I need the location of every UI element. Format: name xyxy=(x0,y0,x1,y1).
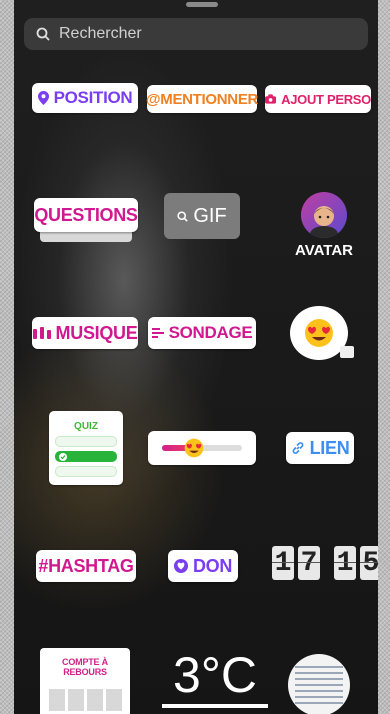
questions-label: QUESTIONS xyxy=(34,204,138,225)
article-text-line xyxy=(295,696,343,698)
emoji-slider-sticker[interactable] xyxy=(148,431,256,465)
article-text-line xyxy=(295,690,343,692)
ajout-perso-label: AJOUT PERSO xyxy=(281,91,371,107)
lien-sticker[interactable]: LIEN xyxy=(286,432,354,464)
countdown-box xyxy=(105,689,122,711)
hashtag-label: #HASHTAG xyxy=(38,555,134,576)
clock-separator xyxy=(324,546,330,580)
clock-hour-tens: 1 xyxy=(272,546,294,580)
mention-sticker[interactable]: @MENTIONNER xyxy=(145,85,259,113)
bubble-tail xyxy=(340,346,354,358)
countdown-box xyxy=(67,689,84,711)
position-label: POSITION xyxy=(53,88,133,107)
poll-lines-icon xyxy=(151,328,164,338)
clock-hour-ones: 7 xyxy=(298,546,320,580)
sondage-sticker[interactable]: SONDAGE xyxy=(148,317,256,349)
article-spacer xyxy=(288,654,350,662)
questions-card: QUESTIONS xyxy=(34,198,138,232)
lien-label: LIEN xyxy=(309,437,350,458)
mention-label: @MENTIONNER xyxy=(145,90,259,108)
heart-icon xyxy=(173,559,188,573)
sound-bars-icon xyxy=(32,327,51,339)
avatar-sticker[interactable]: AVATAR xyxy=(284,192,364,262)
gif-label: GIF xyxy=(193,204,227,227)
slider-track xyxy=(162,438,242,458)
musique-sticker[interactable]: MUSIQUE xyxy=(32,317,138,349)
gif-sticker[interactable]: GIF xyxy=(164,193,240,239)
countdown-boxes xyxy=(40,689,130,711)
article-text-line xyxy=(295,684,343,686)
memoji-avatar-icon xyxy=(310,206,338,238)
sondage-label: SONDAGE xyxy=(168,323,253,342)
quiz-label: QUIZ xyxy=(74,421,98,432)
countdown-box xyxy=(48,689,65,711)
camera-icon xyxy=(265,94,277,104)
temperature-value: 3°C xyxy=(173,647,257,703)
position-sticker[interactable]: POSITION xyxy=(32,83,138,113)
emoji-slider-bubble-sticker[interactable] xyxy=(290,306,354,360)
location-pin-icon xyxy=(37,91,49,105)
heart-eyes-emoji-icon[interactable] xyxy=(184,438,204,458)
article-preview-sticker[interactable] xyxy=(288,654,350,714)
search-bar[interactable] xyxy=(24,18,368,50)
drag-handle[interactable] xyxy=(186,2,218,7)
search-input[interactable] xyxy=(57,24,341,44)
clock-minute-ones: 5 xyxy=(360,546,378,580)
don-label: DON xyxy=(192,555,233,576)
countdown-label: COMPTE À REBOURS xyxy=(62,657,108,677)
quiz-option xyxy=(55,436,117,447)
avatar xyxy=(301,192,347,238)
don-sticker[interactable]: DON xyxy=(168,550,238,582)
ajout-perso-sticker[interactable]: AJOUT PERSO xyxy=(265,85,371,113)
temperature-sticker[interactable]: 3°C xyxy=(162,646,268,714)
quiz-option xyxy=(55,466,117,477)
clock-sticker[interactable]: 1 7 1 5 xyxy=(272,546,378,580)
article-text-line xyxy=(295,678,343,680)
search-icon xyxy=(177,210,189,222)
article-text-line xyxy=(295,666,343,668)
clock-minute-tens: 1 xyxy=(334,546,356,580)
countdown-box xyxy=(86,689,103,711)
countdown-sticker[interactable]: COMPTE À REBOURS xyxy=(40,648,130,714)
article-text-line xyxy=(295,702,343,704)
avatar-label: AVATAR xyxy=(294,242,354,259)
quiz-sticker[interactable]: QUIZ xyxy=(49,411,123,485)
checkmark-icon xyxy=(59,452,67,461)
hashtag-sticker[interactable]: #HASHTAG xyxy=(36,550,136,582)
heart-eyes-emoji-icon xyxy=(305,319,333,347)
search-icon xyxy=(36,27,50,41)
quiz-option-selected xyxy=(55,451,117,462)
sticker-tray: POSITION @MENTIONNER AJOUT PERSO QUESTIO… xyxy=(14,0,378,714)
musique-label: MUSIQUE xyxy=(55,322,138,343)
article-text-line xyxy=(295,672,343,674)
questions-sticker[interactable]: QUESTIONS xyxy=(34,198,138,242)
link-icon xyxy=(292,442,303,454)
